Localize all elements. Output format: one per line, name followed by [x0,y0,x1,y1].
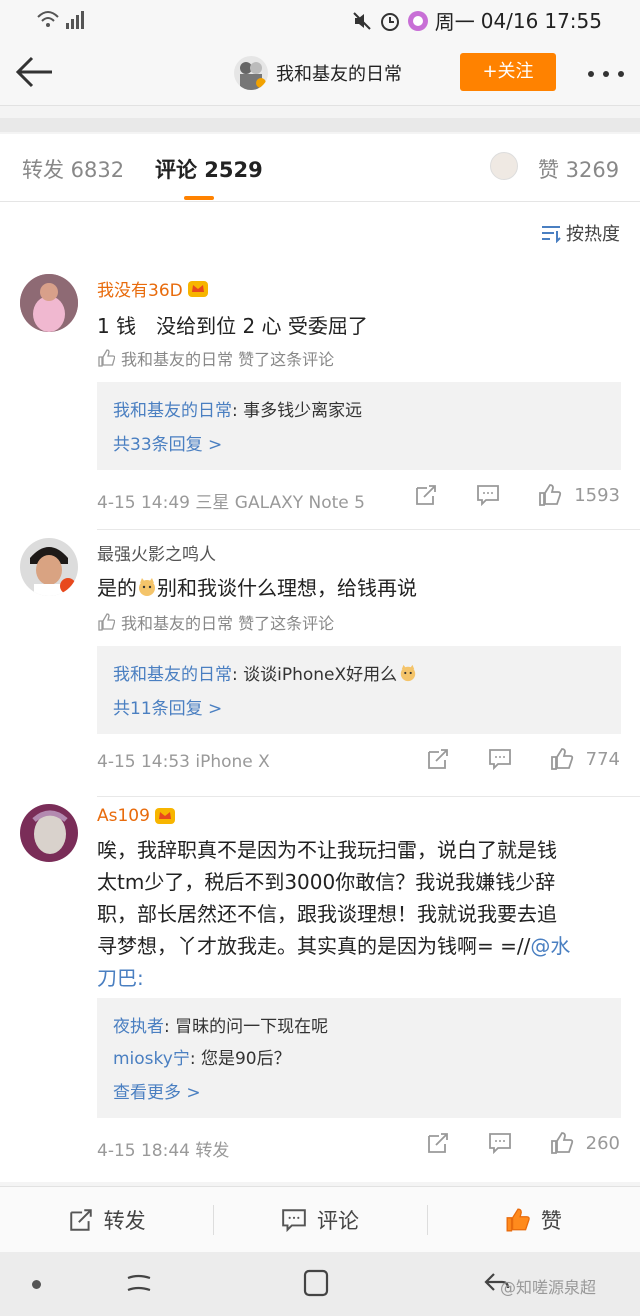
interaction-tabs: 转发 6832 评论 2529 赞 3269 [0,134,640,202]
status-bar: 周一 04/16 17:55 [0,0,640,40]
section-gap [0,106,640,134]
user-avatar[interactable] [20,804,78,862]
comment-meta: 4-15 14:53 iPhone X [97,752,270,772]
comment-item: 最强火影之鸣人 是的 别和我谈什么理想，给钱再说 我和基友的日常 赞了这条评论 我… [0,534,640,798]
follow-button[interactable]: +关注 [460,53,556,91]
comment-text: 是的 别和我谈什么理想，给钱再说 [97,576,417,600]
comments-list: 按热度 我没有36D 1 钱 没给到位 2 心 受委屈了 我和基友的日常 赞了这… [0,202,640,1182]
author-liked-note: 我和基友的日常 赞了这条评论 [97,610,334,634]
comment-icon [282,1208,306,1232]
home-icon[interactable] [302,1268,330,1298]
more-options-icon[interactable] [587,70,625,78]
repost-icon[interactable] [426,748,450,770]
status-time: 17:55 [544,8,602,33]
view-more-link[interactable]: 查看更多 > [113,1078,201,1103]
like-icon[interactable] [550,1132,574,1154]
comment-icon[interactable] [488,1132,512,1154]
tab-comment[interactable]: 评论 2529 [155,154,263,184]
comment-text: 唉，我辞职真不是因为不让我玩扫雷，说白了就是钱 太tm少了，税后不到3000你敢… [97,834,617,994]
comment-username[interactable]: As109 [97,806,176,826]
reply-row: 我和基友的日常: 谈谈iPhoneX好用么 [113,660,417,685]
thumbs-up-filled-icon [506,1208,530,1231]
like-button[interactable]: 赞 [426,1187,640,1252]
comment-actions: 1593 [376,484,620,506]
vip-crown-icon [154,808,175,824]
user-mention-link[interactable]: 刀巴: [97,962,617,994]
comment-item: As109 唉，我辞职真不是因为不让我玩扫雷，说白了就是钱 太tm少了，税后不到… [0,800,640,1180]
recent-apps-icon[interactable] [124,1270,154,1298]
repost-icon[interactable] [426,1132,450,1154]
thumbs-up-outline-icon [98,613,115,631]
divider [97,796,640,797]
reply-row: 我和基友的日常: 事多钱少离家远 [113,401,363,421]
sort-icon [542,226,561,243]
reply-row: miosky宁: 您是90后？ [113,1049,291,1069]
wifi-signal-icon [37,11,84,29]
active-tab-indicator [184,196,214,200]
status-day: 周一 [434,10,475,34]
user-mention-link[interactable]: @水 [530,934,570,958]
view-replies-link[interactable]: 共33条回复 > [113,430,222,455]
tab-repost[interactable]: 转发 6832 [22,154,124,184]
watermark: @知嗟源泉超 [500,1278,597,1297]
repost-icon[interactable] [414,484,438,506]
account-title[interactable]: 我和基友的日常 [276,60,402,86]
like-icon[interactable] [550,748,574,770]
divider [97,529,640,530]
like-count: 260 [585,1132,620,1154]
sort-label: 按热度 [566,224,620,245]
status-date: 04/16 [480,8,539,33]
user-avatar[interactable] [20,274,78,332]
alarm-icon [380,12,399,31]
back-arrow-icon[interactable] [14,54,54,90]
app-notification-icon [407,10,428,31]
thumbs-up-outline-icon [98,349,115,367]
user-avatar[interactable] [20,538,78,596]
like-icon[interactable] [538,484,562,506]
like-count: 774 [585,748,620,770]
comment-item: 我没有36D 1 钱 没给到位 2 心 受委屈了 我和基友的日常 赞了这条评论 … [0,270,640,530]
bottom-action-bar: 转发 评论 赞 [0,1186,640,1252]
reply-preview[interactable]: 我和基友的日常: 事多钱少离家远 共33条回复 > [97,382,621,470]
liker-avatar [490,152,518,180]
comment-text: 1 钱 没给到位 2 心 受委屈了 [97,314,368,338]
comment-meta: 4-15 18:44 转发 [97,1141,230,1161]
repost-icon [69,1208,92,1231]
vip-crown-icon [187,280,208,297]
comment-username[interactable]: 最强火影之鸣人 [97,540,216,565]
comment-icon[interactable] [488,748,512,770]
comment-actions: 260 [388,1132,620,1154]
like-count: 1593 [574,484,620,506]
comment-icon[interactable] [476,484,500,506]
sort-toggle[interactable]: 按热度 [540,220,620,246]
reply-preview[interactable]: 夜执者: 冒昧的问一下现在呢 miosky宁: 您是90后？ 查看更多 > [97,998,621,1118]
assistant-dot[interactable] [32,1280,41,1289]
cat-emoji-icon [139,578,155,596]
comment-meta: 4-15 14:49 三星 GALAXY Note 5 [97,493,365,513]
repost-button[interactable]: 转发 [0,1187,213,1252]
reply-row: 夜执者: 冒昧的问一下现在呢 [113,1017,329,1037]
top-nav-bar: 我和基友的日常 +关注 [0,40,640,106]
cat-emoji-icon [400,664,416,682]
comment-button[interactable]: 评论 [213,1187,426,1252]
account-avatar[interactable] [234,56,268,90]
mute-icon [353,11,371,30]
comment-username[interactable]: 我没有36D [97,276,209,301]
system-navigation-bar: @知嗟源泉超 [0,1252,640,1316]
view-replies-link[interactable]: 共11条回复 > [113,694,222,719]
tab-like[interactable]: 赞 3269 [538,154,619,184]
author-liked-note: 我和基友的日常 赞了这条评论 [97,346,334,370]
comment-actions: 774 [388,748,620,770]
reply-preview[interactable]: 我和基友的日常: 谈谈iPhoneX好用么 共11条回复 > [97,646,621,734]
